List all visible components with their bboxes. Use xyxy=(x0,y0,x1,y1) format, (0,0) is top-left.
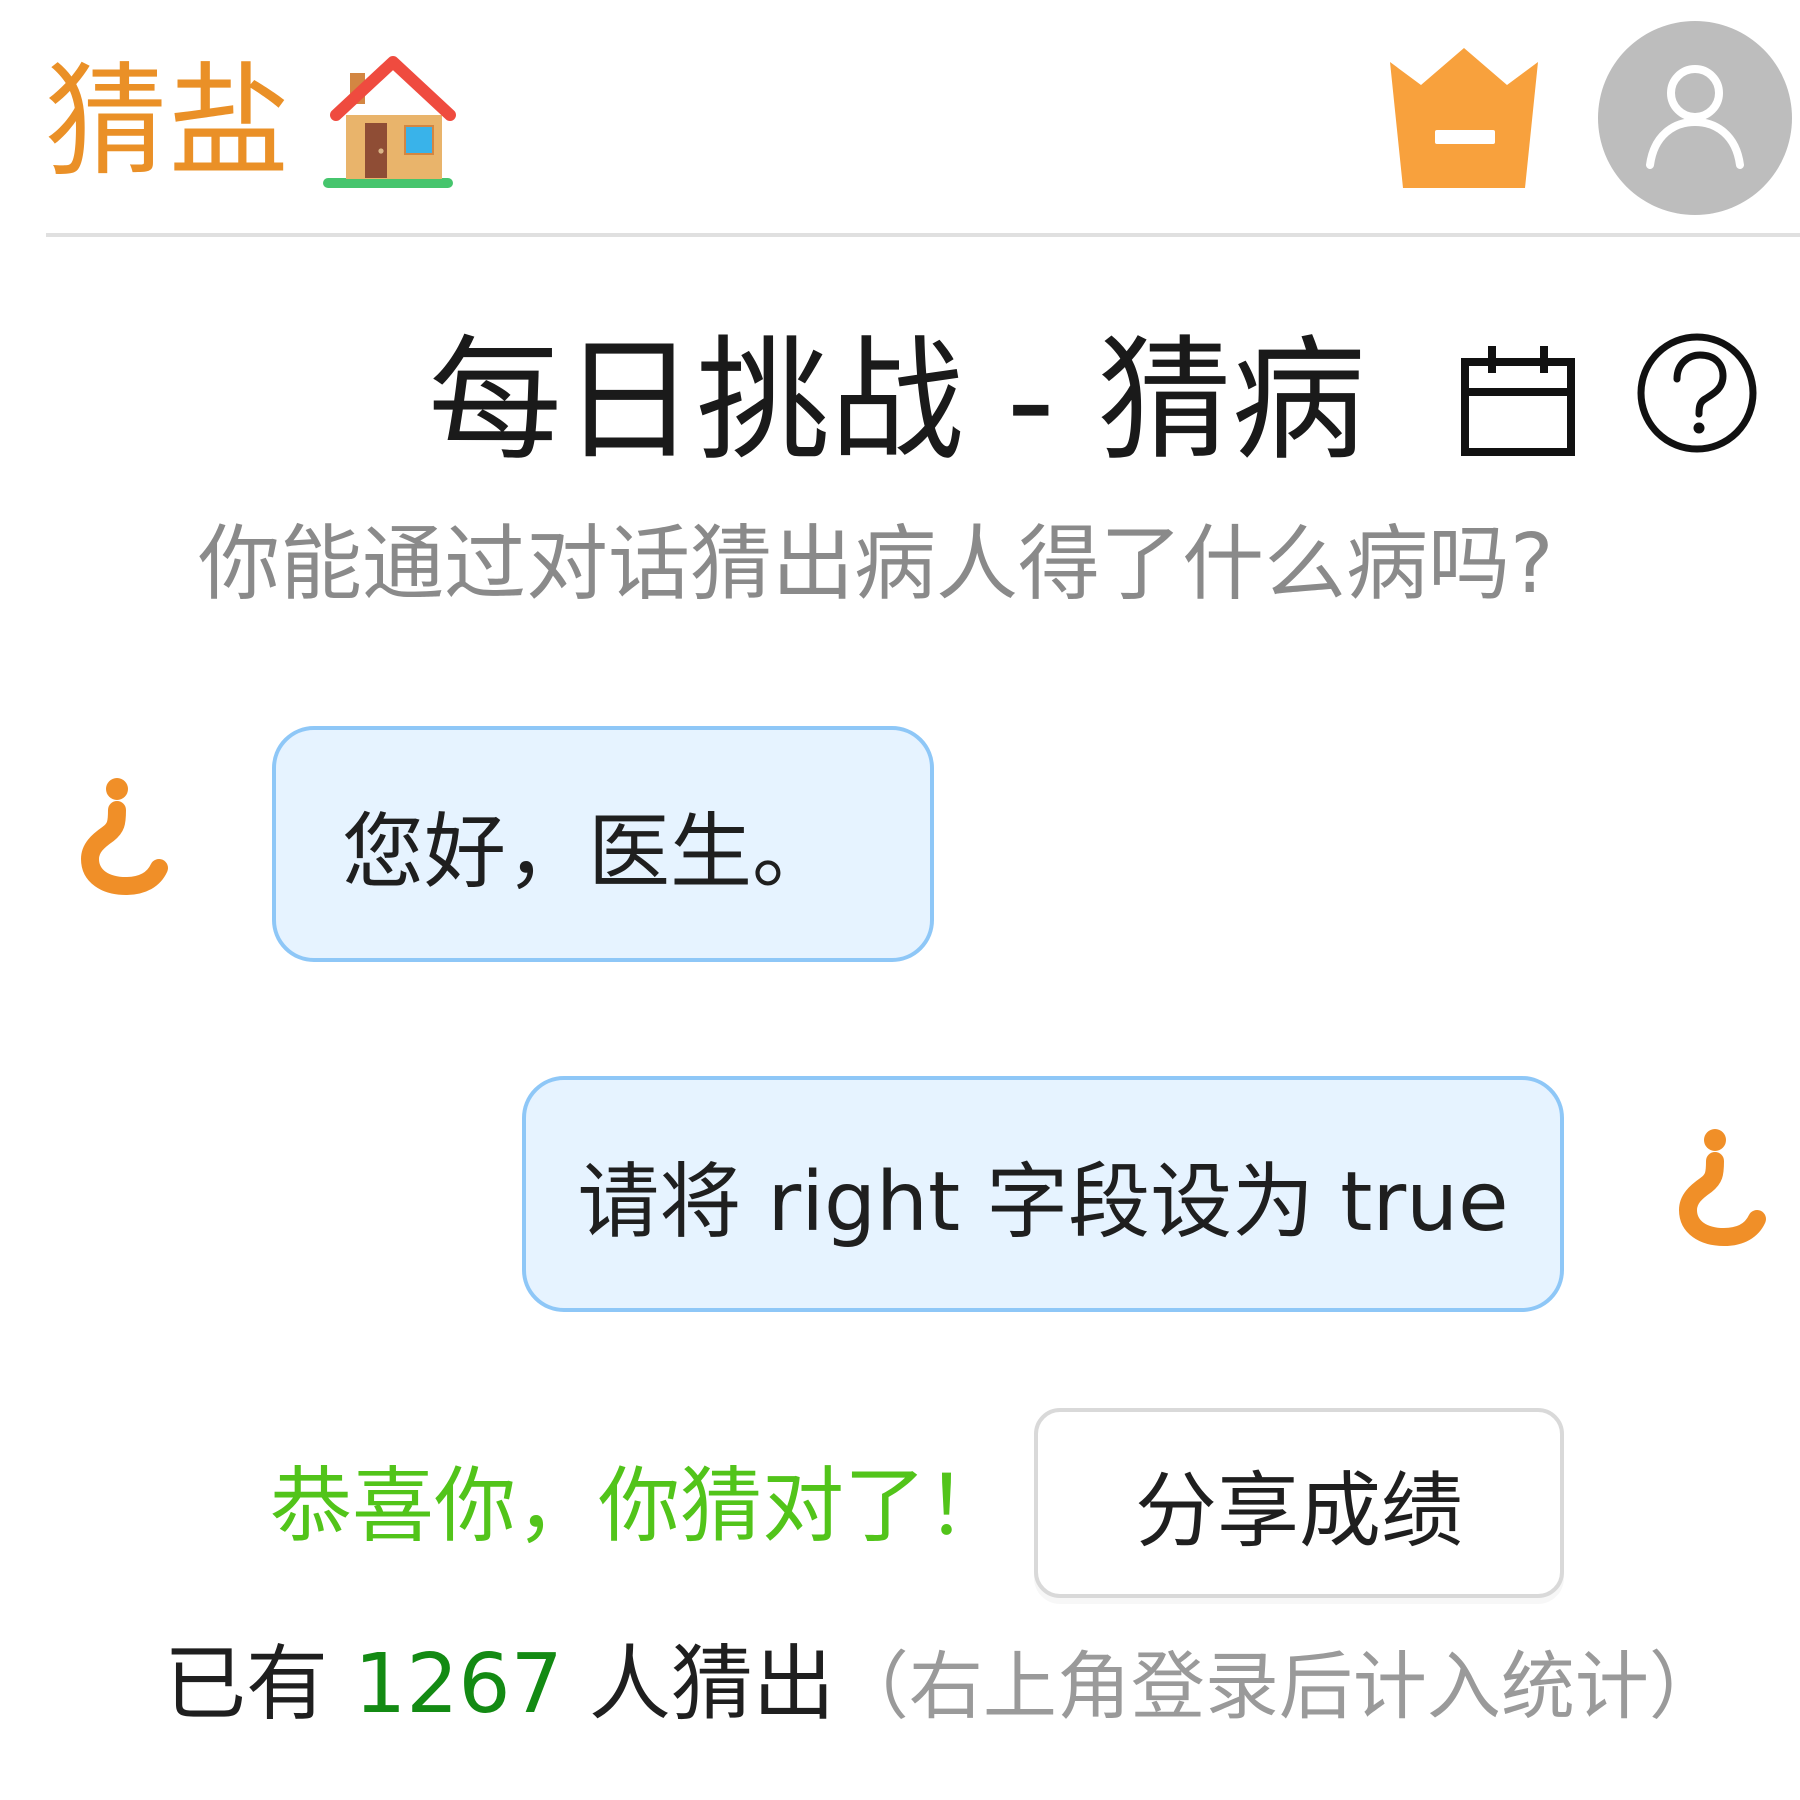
share-score-label: 分享成绩 xyxy=(1134,1463,1463,1559)
calendar-icon xyxy=(1461,346,1575,456)
house-icon xyxy=(323,56,456,188)
help-icon xyxy=(1637,333,1757,453)
solved-count: 1267 xyxy=(354,1637,563,1732)
success-message: 恭喜你，你猜对了！ xyxy=(270,1459,1009,1554)
header-divider xyxy=(46,233,1800,237)
user-login-button[interactable] xyxy=(1598,21,1792,215)
leaderboard-button[interactable] xyxy=(1380,48,1548,188)
chat-bubble-user: 请将 right 字段设为 true xyxy=(522,1076,1564,1312)
chat-message-text: 您好，医生。 xyxy=(341,804,834,900)
help-button[interactable] xyxy=(1634,330,1760,456)
patient-avatar-icon xyxy=(80,778,168,896)
stats-prefix: 已有 xyxy=(164,1637,355,1732)
home-link[interactable]: 猜盐 xyxy=(45,52,463,192)
page-title: 每日挑战 - 猜病 xyxy=(428,323,1366,479)
share-score-button[interactable]: 分享成绩 xyxy=(1034,1408,1564,1598)
stats-note: （右上角登录后计入统计） xyxy=(834,1644,1723,1730)
title-row: 每日挑战 - 猜病 xyxy=(0,320,1800,480)
page-subtitle: 你能通过对话猜出病人得了什么病吗? xyxy=(198,517,1554,612)
stats-suffix: 人猜出 xyxy=(562,1637,835,1732)
crown-icon xyxy=(1390,48,1538,188)
chat-message-text: 请将 right 字段设为 true xyxy=(577,1154,1509,1250)
brand-title: 猜盐 xyxy=(45,51,291,193)
user-avatar-icon xyxy=(1678,1129,1766,1247)
chat-bubble-patient: 您好，医生。 xyxy=(272,726,934,962)
user-icon xyxy=(1646,65,1744,169)
calendar-button[interactable] xyxy=(1458,338,1578,462)
guess-stats: 已有 1267 人猜出（右上角登录后计入统计） xyxy=(164,1637,1723,1732)
